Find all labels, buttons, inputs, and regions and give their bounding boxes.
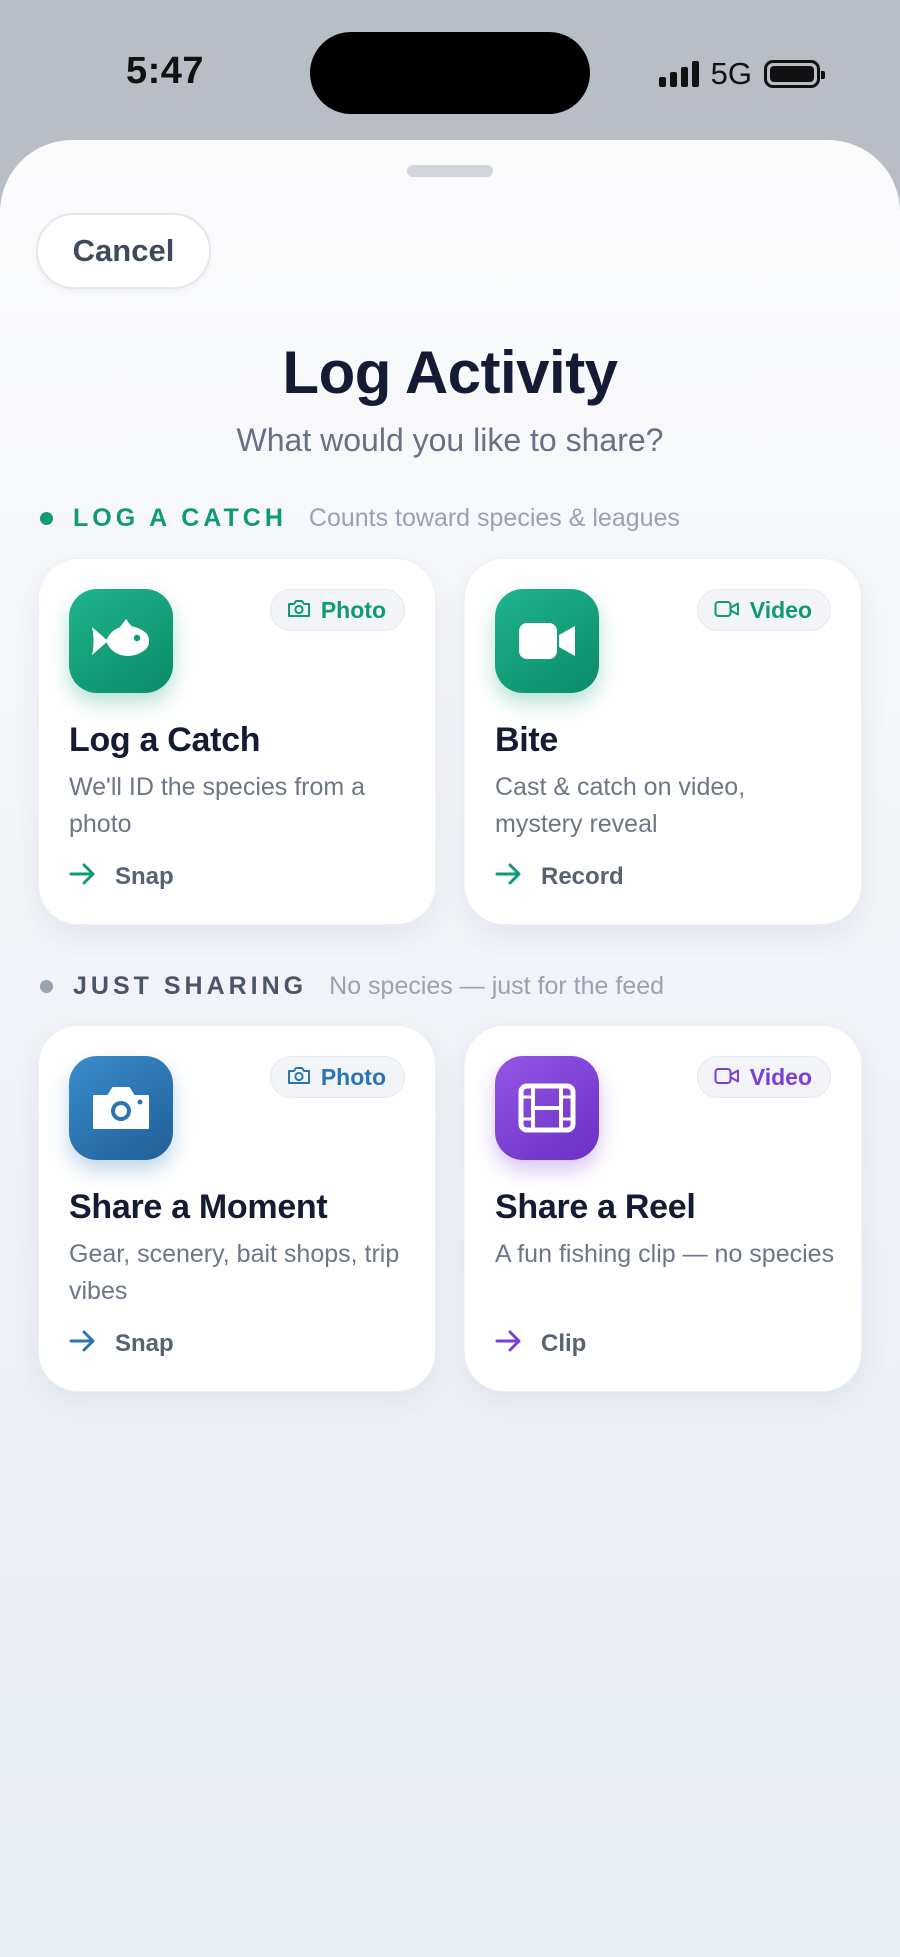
card-title: Log a Catch [69,721,261,759]
arrow-right-icon [69,1330,97,1359]
video-camera-icon [495,589,599,693]
section-dot [40,511,53,525]
badge-label: Photo [320,1063,386,1090]
section-header-log-a-catch: LOG A CATCH Counts toward species & leag… [40,498,680,538]
section-description: Counts toward species & leagues [308,503,680,532]
section-label: JUST SHARING [73,971,308,1000]
action-label: Snap [115,1330,174,1357]
card-description: Cast & catch on video, mystery reveal [495,773,746,838]
cancel-button[interactable]: Cancel [36,213,211,289]
badge-label: Photo [320,596,386,623]
card-title: Share a Moment [69,1188,328,1226]
action-label: Clip [541,1330,587,1357]
log-activity-sheet: Cancel Log Activity What would you like … [0,140,900,1957]
card-description: A fun fishing clip — no species [495,1240,835,1268]
status-time: 5:47 [126,50,205,92]
action-label: Snap [115,863,174,890]
status-indicators: 5G [658,56,825,92]
log-a-catch-card[interactable]: Photo Log a Catch We'll ID the species f… [38,558,436,925]
camera-icon [287,597,311,624]
camera-icon [287,1064,311,1091]
badge-label: Video [749,596,812,623]
video-icon [714,597,740,624]
card-action[interactable]: Snap [69,1329,174,1359]
section-dot [40,979,53,993]
card-action[interactable]: Snap [69,862,174,892]
card-description: Gear, scenery, bait shops, trip vibes [69,1240,400,1305]
page-title: Log Activity [282,339,618,406]
video-icon [714,1064,740,1091]
battery-icon [764,60,825,88]
card-title: Share a Reel [495,1188,696,1226]
bite-card[interactable]: Video Bite Cast & catch on video, myster… [464,558,862,925]
card-title: Bite [495,721,559,759]
card-description: We'll ID the species from a photo [69,773,366,838]
badge-label: Video [749,1063,812,1090]
photo-badge: Photo [269,1056,405,1098]
card-action[interactable]: Clip [495,1329,586,1359]
dynamic-island [310,32,590,114]
camera-icon [69,1056,173,1160]
network-label: 5G [710,56,752,91]
sheet-grabber[interactable] [407,165,493,177]
video-badge: Video [696,1056,831,1098]
arrow-right-icon [69,863,97,892]
card-action[interactable]: Record [495,862,624,892]
action-label: Record [541,863,624,890]
video-badge: Video [696,589,831,631]
share-a-moment-card[interactable]: Photo Share a Moment Gear, scenery, bait… [38,1025,436,1392]
film-icon [495,1056,599,1160]
arrow-right-icon [495,863,523,892]
status-bar: 5:47 5G [0,0,900,140]
section-label: LOG A CATCH [73,503,287,532]
fish-icon [69,589,173,693]
share-a-reel-card[interactable]: Video Share a Reel A fun fishing clip — … [464,1025,862,1392]
section-description: No species — just for the feed [329,971,665,1000]
section-header-just-sharing: JUST SHARING No species — just for the f… [40,966,664,1006]
signal-icon [658,61,699,87]
page-subtitle: What would you like to share? [236,422,664,458]
arrow-right-icon [495,1330,523,1359]
photo-badge: Photo [269,589,405,631]
